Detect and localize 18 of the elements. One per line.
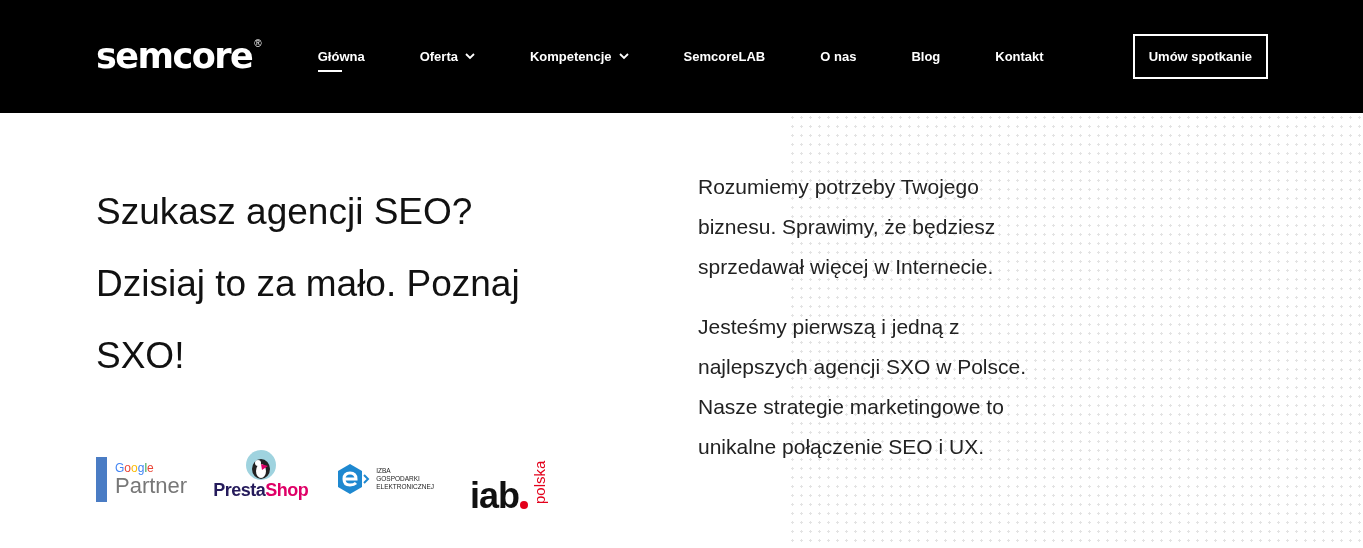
- appointment-button[interactable]: Umów spotkanie: [1132, 34, 1268, 79]
- chevron-down-icon: [618, 53, 629, 60]
- intro-paragraph: Rozumiemy potrzeby Twojego biznesu. Sprawimy, że będziesz sprzedawał więcej w Internecie.: [698, 174, 997, 280]
- prestashop-logo: PrestaShop: [213, 449, 309, 501]
- logo-link[interactable]: semcore$^{®}$: [96, 39, 262, 74]
- puffin-icon: [245, 449, 276, 480]
- cube-e-icon: [336, 463, 371, 495]
- nav-link[interactable]: Główna: [317, 43, 365, 70]
- hero-heading: Szukasz agencji SEO? Dzisiaj to za mało. Poznaj SXO!: [96, 190, 521, 378]
- nav-link[interactable]: O nas: [820, 43, 857, 70]
- nav-link[interactable]: SemcoreLAB: [683, 43, 766, 70]
- nav-link[interactable]: Kompetencje: [529, 43, 629, 70]
- nav-link[interactable]: Blog: [911, 43, 941, 70]
- nav-link[interactable]: Oferta: [419, 43, 475, 70]
- google-partner-logo: Google Partner: [96, 456, 188, 502]
- nav-link[interactable]: Kontakt: [995, 43, 1044, 70]
- chevron-down-icon: [464, 53, 475, 60]
- intro-paragraph: Jesteśmy pierwszą i jedną z najlepszych agencji SXO w Polsce. Nasze strategie marketingowe to unikalne połączenie SEO i UX.: [698, 314, 1027, 460]
